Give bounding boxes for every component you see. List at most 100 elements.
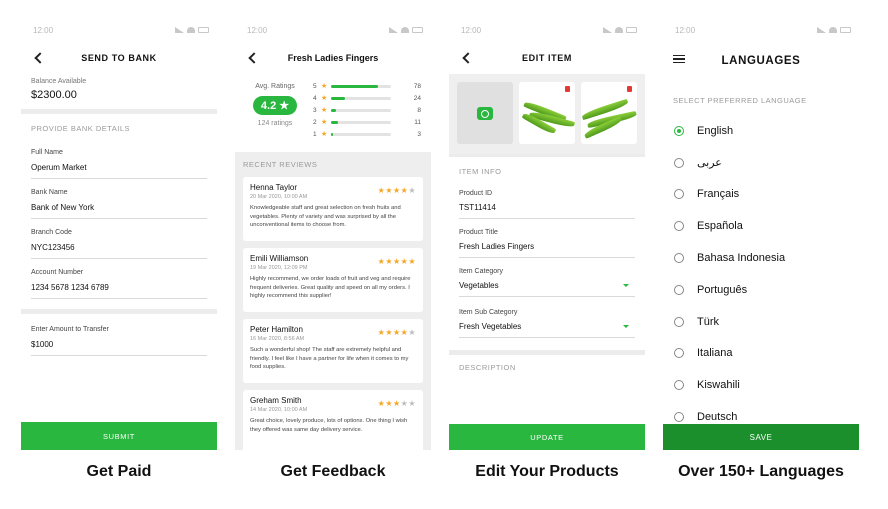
product-image[interactable] [519,82,575,144]
caption-languages: Over 150+ Languages [678,463,844,480]
field-label: Bank Name [31,189,68,196]
radio-button[interactable] [674,157,684,168]
field-input[interactable]: TST11414 [459,203,635,219]
section-heading: RECENT REVIEWS [243,160,318,169]
rating-count: 11 [414,118,421,126]
item-field[interactable]: Item Category Vegetables [449,268,645,297]
radio-button[interactable] [674,125,684,136]
submit-button[interactable]: SUBMIT [21,422,217,450]
rating-stars-number: 1 [313,130,317,138]
review-stars: ★★★★★ [378,257,416,266]
add-photo-button[interactable] [457,82,513,144]
item-field[interactable]: Product Title Fresh Ladies Fingers [449,229,645,258]
signal-icon [389,27,398,33]
amount-field[interactable]: Enter Amount to Transfer $1000 [21,326,217,356]
field-input[interactable]: Bank of New York [31,203,207,219]
chevron-down-icon[interactable] [623,284,629,287]
language-option[interactable]: عربى [663,147,859,179]
language-name: Deutsch [697,411,738,424]
star-icon: ★ [408,186,416,195]
review-stars: ★★★★★ [378,399,416,408]
rating-bar-row: 1 ★ 3 [313,128,421,140]
battery-icon [198,27,209,33]
reviews-panel: RECENT REVIEWS Henna Taylor 20 Mar 2020, … [235,152,431,450]
back-arrow-icon[interactable] [31,50,47,66]
signal-icon [817,27,826,33]
status-bar: 12:00 [235,18,431,42]
menu-icon[interactable] [673,55,685,63]
language-option[interactable]: Kiswahili [663,369,859,401]
back-arrow-icon[interactable] [459,50,475,66]
delete-icon[interactable] [565,86,570,92]
language-option[interactable]: Italiana [663,338,859,370]
field-input[interactable]: NYC123456 [31,243,207,259]
page-title: LANGUAGES [721,55,801,67]
status-time: 12:00 [675,25,696,35]
battery-icon [840,27,851,33]
radio-button[interactable] [674,221,684,232]
update-button[interactable]: UPDATE [449,424,645,450]
item-field[interactable]: Product ID TST11414 [449,190,645,219]
rating-count: 78 [413,82,421,90]
language-name: Kiswahili [697,379,740,392]
back-arrow-icon[interactable] [245,50,261,66]
review-stars: ★★★★★ [378,186,416,195]
feedback-screen: 12:00 Fresh Ladies Fingers Avg. Ratings … [235,18,431,450]
ratings-count: 124 ratings [257,120,293,127]
star-icon: ★ [385,399,393,408]
star-icon: ★ [392,328,401,337]
review-text: Great choice, lovely produce, lots of op… [250,418,408,433]
radio-button[interactable] [674,412,684,423]
language-option[interactable]: Türk [663,306,859,338]
language-option[interactable]: Português [663,274,859,306]
radio-button[interactable] [674,189,684,200]
category-dropdown[interactable]: Vegetables [459,281,635,297]
rating-bar-fill [331,84,378,88]
star-icon: ★ [408,399,416,408]
product-image[interactable] [581,82,637,144]
review-text: Highly recommend, we order loads of frui… [250,276,411,299]
rating-bar-fill [331,132,333,136]
field-input[interactable]: Fresh Ladies Fingers [459,242,635,258]
rating-stars-number: 2 [313,118,317,126]
chevron-down-icon[interactable] [623,325,629,328]
balance-block: Balance Available $2300.00 [21,74,217,109]
app-bar: Fresh Ladies Fingers [235,42,431,74]
category-dropdown[interactable]: Fresh Vegetables [459,322,635,338]
field-label: Account Number [31,269,84,276]
radio-button[interactable] [674,380,684,391]
field-input[interactable]: Operum Market [31,163,207,179]
amount-input[interactable]: $1000 [31,340,207,356]
language-name: عربى [697,157,722,170]
item-field[interactable]: Item Sub Category Fresh Vegetables [449,309,645,338]
radio-button[interactable] [674,316,684,327]
rating-bar-track [331,96,391,100]
delete-icon[interactable] [627,86,632,92]
rating-bar-fill [331,96,346,100]
radio-button[interactable] [674,348,684,359]
save-button[interactable]: SAVE [663,424,859,450]
bank-field[interactable]: Full Name Operum Market [21,149,217,179]
product-images [449,74,645,154]
star-icon: ★ [321,131,328,138]
section-heading: PROVIDE BANK DETAILS [31,124,131,133]
language-name: English [697,124,734,137]
caption-edit-products: Edit Your Products [475,463,619,480]
bank-field[interactable]: Branch Code NYC123456 [21,229,217,259]
edit-item-screen: 12:00 EDIT ITEM ITEM INFO Product ID TST… [449,18,645,450]
bank-field[interactable]: Account Number 1234 5678 1234 6789 [21,269,217,299]
status-time: 12:00 [33,25,54,35]
signal-icon [603,27,612,33]
app-bar: EDIT ITEM [449,42,645,74]
language-option[interactable]: Bahasa Indonesia [663,242,859,274]
language-option[interactable]: Española [663,210,859,242]
caption-get-feedback: Get Feedback [280,463,386,480]
radio-button[interactable] [674,253,684,264]
field-label: Item Category [459,268,503,275]
language-option[interactable]: English [663,115,859,147]
star-icon: ★ [321,119,328,126]
radio-button[interactable] [674,284,684,295]
language-option[interactable]: Français [663,179,859,211]
field-input[interactable]: 1234 5678 1234 6789 [31,283,207,299]
bank-field[interactable]: Bank Name Bank of New York [21,189,217,219]
